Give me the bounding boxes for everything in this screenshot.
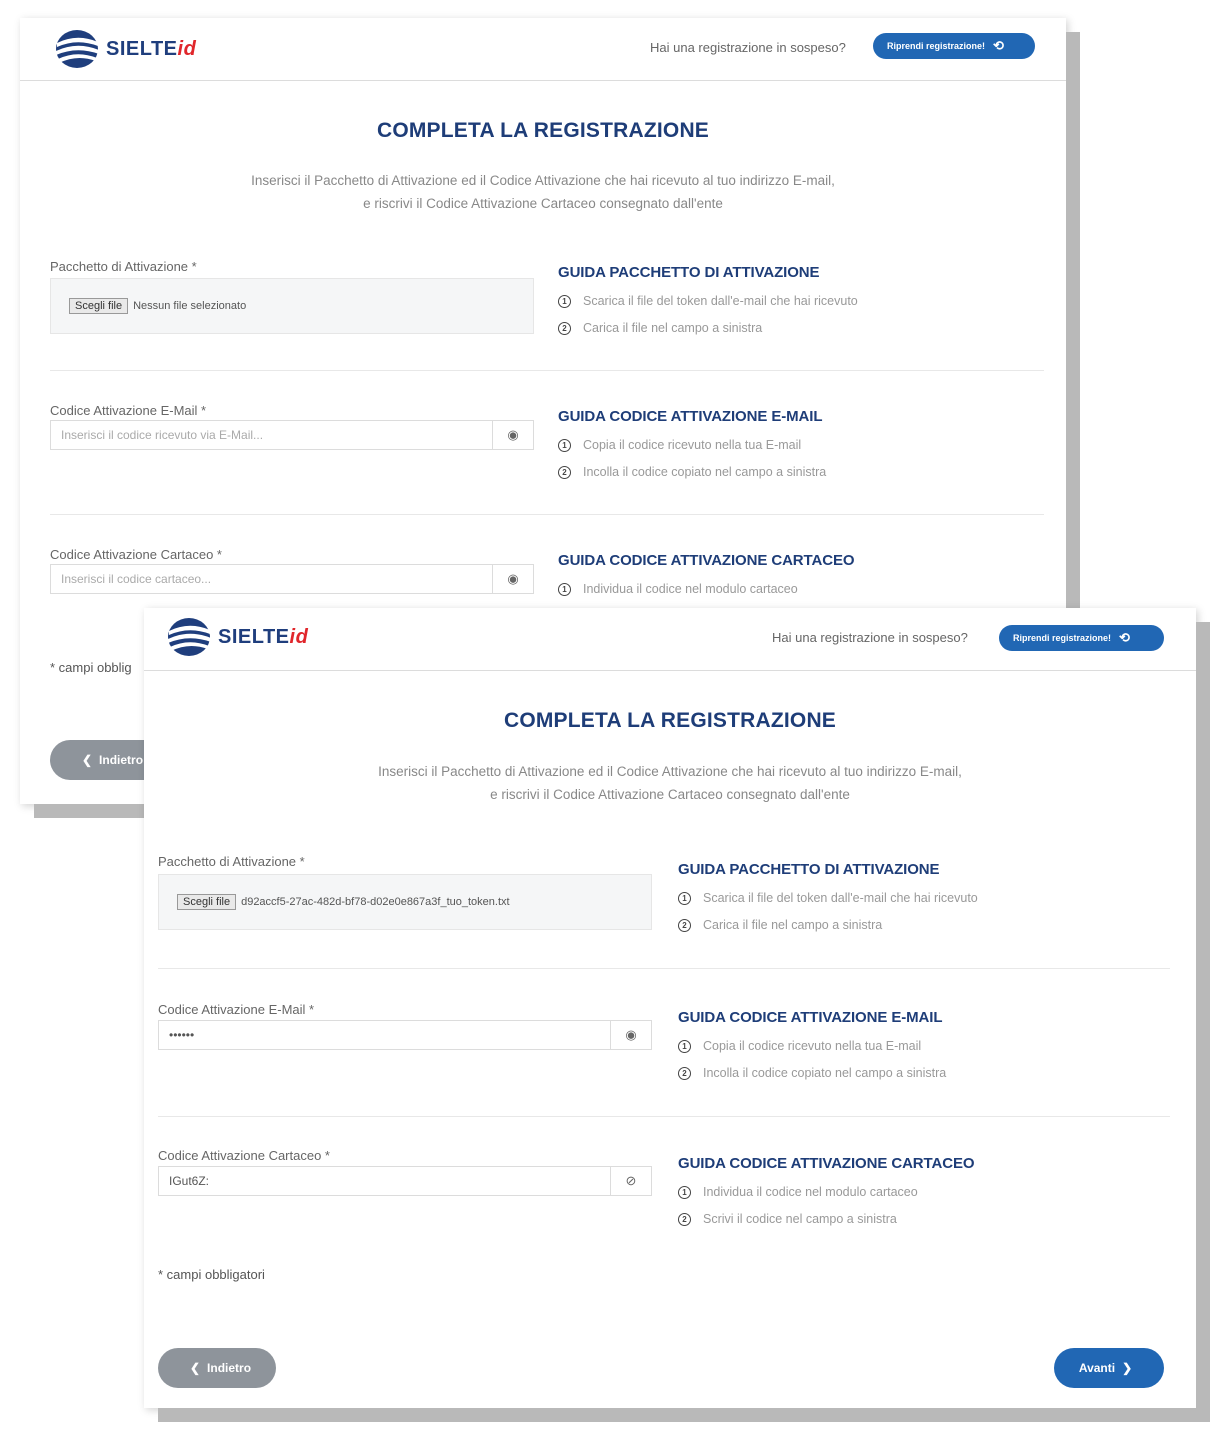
email-guide: GUIDA CODICE ATTIVAZIONE E-MAIL 1 Copia i… — [558, 408, 826, 479]
step-1-icon: 1 — [558, 438, 571, 452]
step-2-icon: 2 — [678, 1066, 691, 1080]
header: SIELTEid Hai una registrazione in sospes… — [20, 18, 1066, 81]
screenshot-filled-form: SIELTEid Hai una registrazione in sospes… — [144, 608, 1196, 1408]
email-code-label: Codice Attivazione E-Mail * — [158, 1002, 315, 1017]
email-code-label: Codice Attivazione E-Mail * — [50, 403, 207, 418]
paper-code-section: Codice Attivazione Cartaceo * IGut6Z: ⊘ … — [158, 1146, 1170, 1246]
email-guide: GUIDA CODICE ATTIVAZIONE E-MAIL 1 Copia i… — [678, 1009, 946, 1080]
email-code-field[interactable]: Inserisci il codice ricevuto via E-Mail.… — [50, 420, 534, 450]
file-name: d92accf5-27ac-482d-bf78-d02e0e867a3f_tuo… — [241, 896, 510, 908]
back-button[interactable]: ❮ Indietro — [158, 1348, 276, 1388]
pending-registration-text: Hai una registrazione in sospeso? — [650, 40, 846, 55]
choose-file-button[interactable]: Scegli file — [69, 298, 129, 314]
guide-step: 2 Incolla il codice copiato nel campo a s… — [678, 1066, 946, 1080]
page-title: COMPLETA LA REGISTRAZIONE — [376, 119, 710, 142]
email-code-field[interactable]: •••••• ◉ — [158, 1020, 652, 1050]
file-name: Nessun file selezionato — [133, 300, 247, 312]
paper-code-field[interactable]: IGut6Z: ⊘ — [158, 1166, 652, 1196]
email-code-section: Codice Attivazione E-Mail * Inserisci il… — [50, 398, 1044, 515]
paper-guide: GUIDA CODICE ATTIVAZIONE CARTACEO 1 Indiv… — [558, 552, 855, 596]
step-2-icon: 2 — [678, 1212, 691, 1226]
brand-name: SIELTEid — [106, 37, 197, 60]
resume-registration-button[interactable]: Riprendi registrazione! ⟲ — [873, 33, 1035, 59]
paper-guide: GUIDA CODICE ATTIVAZIONE CARTACEO 1 Indiv… — [678, 1155, 975, 1226]
page-subtitle: Inserisci il Pacchetto di Attivazione ed… — [251, 173, 835, 211]
package-label: Pacchetto di Attivazione * — [158, 854, 305, 869]
logo: SIELTEid — [54, 28, 196, 70]
paper-code-input[interactable]: Inserisci il codice cartaceo... — [51, 572, 492, 586]
email-code-input[interactable]: Inserisci il codice ricevuto via E-Mail.… — [51, 428, 492, 442]
paper-code-field[interactable]: Inserisci il codice cartaceo... ◉ — [50, 564, 534, 594]
header: SIELTEid Hai una registrazione in sospes… — [144, 608, 1196, 671]
eye-icon[interactable]: ◉ — [492, 421, 533, 449]
sielte-logo-icon — [56, 30, 99, 68]
guide-step: 1 Individua il codice nel modulo cartaceo — [558, 582, 854, 596]
email-code-input[interactable]: •••••• — [159, 1028, 610, 1042]
pending-registration-text: Hai una registrazione in sospeso? — [772, 630, 968, 645]
required-note: * campi obbligatori — [158, 1267, 265, 1282]
chevron-left-icon: ❮ — [189, 1361, 201, 1375]
guide-step: 1 Individua il codice nel modulo cartaceo — [678, 1185, 974, 1199]
package-label: Pacchetto di Attivazione * — [50, 259, 197, 274]
guide-title: GUIDA PACCHETTO DI ATTIVAZIONE — [558, 264, 820, 281]
guide-step: 1 Copia il codice ricevuto nella tua E-ma… — [558, 438, 826, 452]
chevron-left-icon: ❮ — [81, 753, 93, 767]
guide-step: 2 Carica il file nel campo a sinistra — [558, 321, 858, 335]
undo-icon: ⟲ — [993, 38, 1004, 53]
paper-code-input[interactable]: IGut6Z: — [159, 1174, 610, 1188]
guide-title: GUIDA CODICE ATTIVAZIONE CARTACEO — [678, 1155, 975, 1172]
package-section: Pacchetto di Attivazione * Scegli file N… — [50, 254, 1044, 371]
step-2-icon: 2 — [558, 321, 571, 335]
step-1-icon: 1 — [678, 1185, 691, 1199]
package-file-input[interactable]: Scegli file Nessun file selezionato — [50, 278, 534, 334]
package-file-input[interactable]: Scegli file d92accf5-27ac-482d-bf78-d02e… — [158, 874, 652, 930]
package-guide: GUIDA PACCHETTO DI ATTIVAZIONE 1 Scarica … — [558, 264, 858, 335]
resume-registration-button[interactable]: Riprendi registrazione! ⟲ — [999, 625, 1164, 651]
step-1-icon: 1 — [678, 1039, 691, 1053]
guide-title: GUIDA CODICE ATTIVAZIONE E-MAIL — [678, 1009, 943, 1026]
eye-slash-icon[interactable]: ⊘ — [610, 1167, 651, 1195]
email-code-section: Codice Attivazione E-Mail * •••••• ◉ GUI… — [158, 1000, 1170, 1117]
step-2-icon: 2 — [678, 918, 691, 932]
undo-icon: ⟲ — [1119, 630, 1130, 645]
package-guide: GUIDA PACCHETTO DI ATTIVAZIONE 1 Scarica … — [678, 861, 978, 932]
guide-step: 2 Carica il file nel campo a sinistra — [678, 918, 978, 932]
step-2-icon: 2 — [558, 465, 571, 479]
guide-title: GUIDA CODICE ATTIVAZIONE CARTACEO — [558, 552, 855, 569]
guide-step: 1 Copia il codice ricevuto nella tua E-ma… — [678, 1039, 946, 1053]
guide-title: GUIDA CODICE ATTIVAZIONE E-MAIL — [558, 408, 823, 425]
guide-step: 1 Scarica il file del token dall'e-mail c… — [558, 294, 858, 308]
page-title: COMPLETA LA REGISTRAZIONE — [503, 709, 837, 732]
page-subtitle: Inserisci il Pacchetto di Attivazione ed… — [378, 764, 962, 802]
eye-icon[interactable]: ◉ — [610, 1021, 651, 1049]
guide-title: GUIDA PACCHETTO DI ATTIVAZIONE — [678, 861, 940, 878]
step-1-icon: 1 — [678, 891, 691, 905]
paper-code-label: Codice Attivazione Cartaceo * — [50, 547, 222, 562]
sielte-logo-icon — [168, 618, 211, 656]
guide-step: 2 Scrivi il codice nel campo a sinistra — [678, 1212, 974, 1226]
logo: SIELTEid — [166, 616, 308, 658]
chevron-right-icon: ❯ — [1122, 1361, 1133, 1375]
package-section: Pacchetto di Attivazione * Scegli file d… — [158, 852, 1170, 969]
brand-name: SIELTEid — [218, 625, 309, 648]
guide-step: 1 Scarica il file del token dall'e-mail c… — [678, 891, 978, 905]
required-note: * campi obblig — [50, 660, 132, 675]
guide-step: 2 Incolla il codice copiato nel campo a s… — [558, 465, 826, 479]
next-button[interactable]: Avanti ❯ — [1054, 1348, 1164, 1388]
eye-icon[interactable]: ◉ — [492, 565, 533, 593]
choose-file-button[interactable]: Scegli file — [177, 894, 237, 910]
paper-code-label: Codice Attivazione Cartaceo * — [158, 1148, 330, 1163]
step-1-icon: 1 — [558, 582, 571, 596]
step-1-icon: 1 — [558, 294, 571, 308]
